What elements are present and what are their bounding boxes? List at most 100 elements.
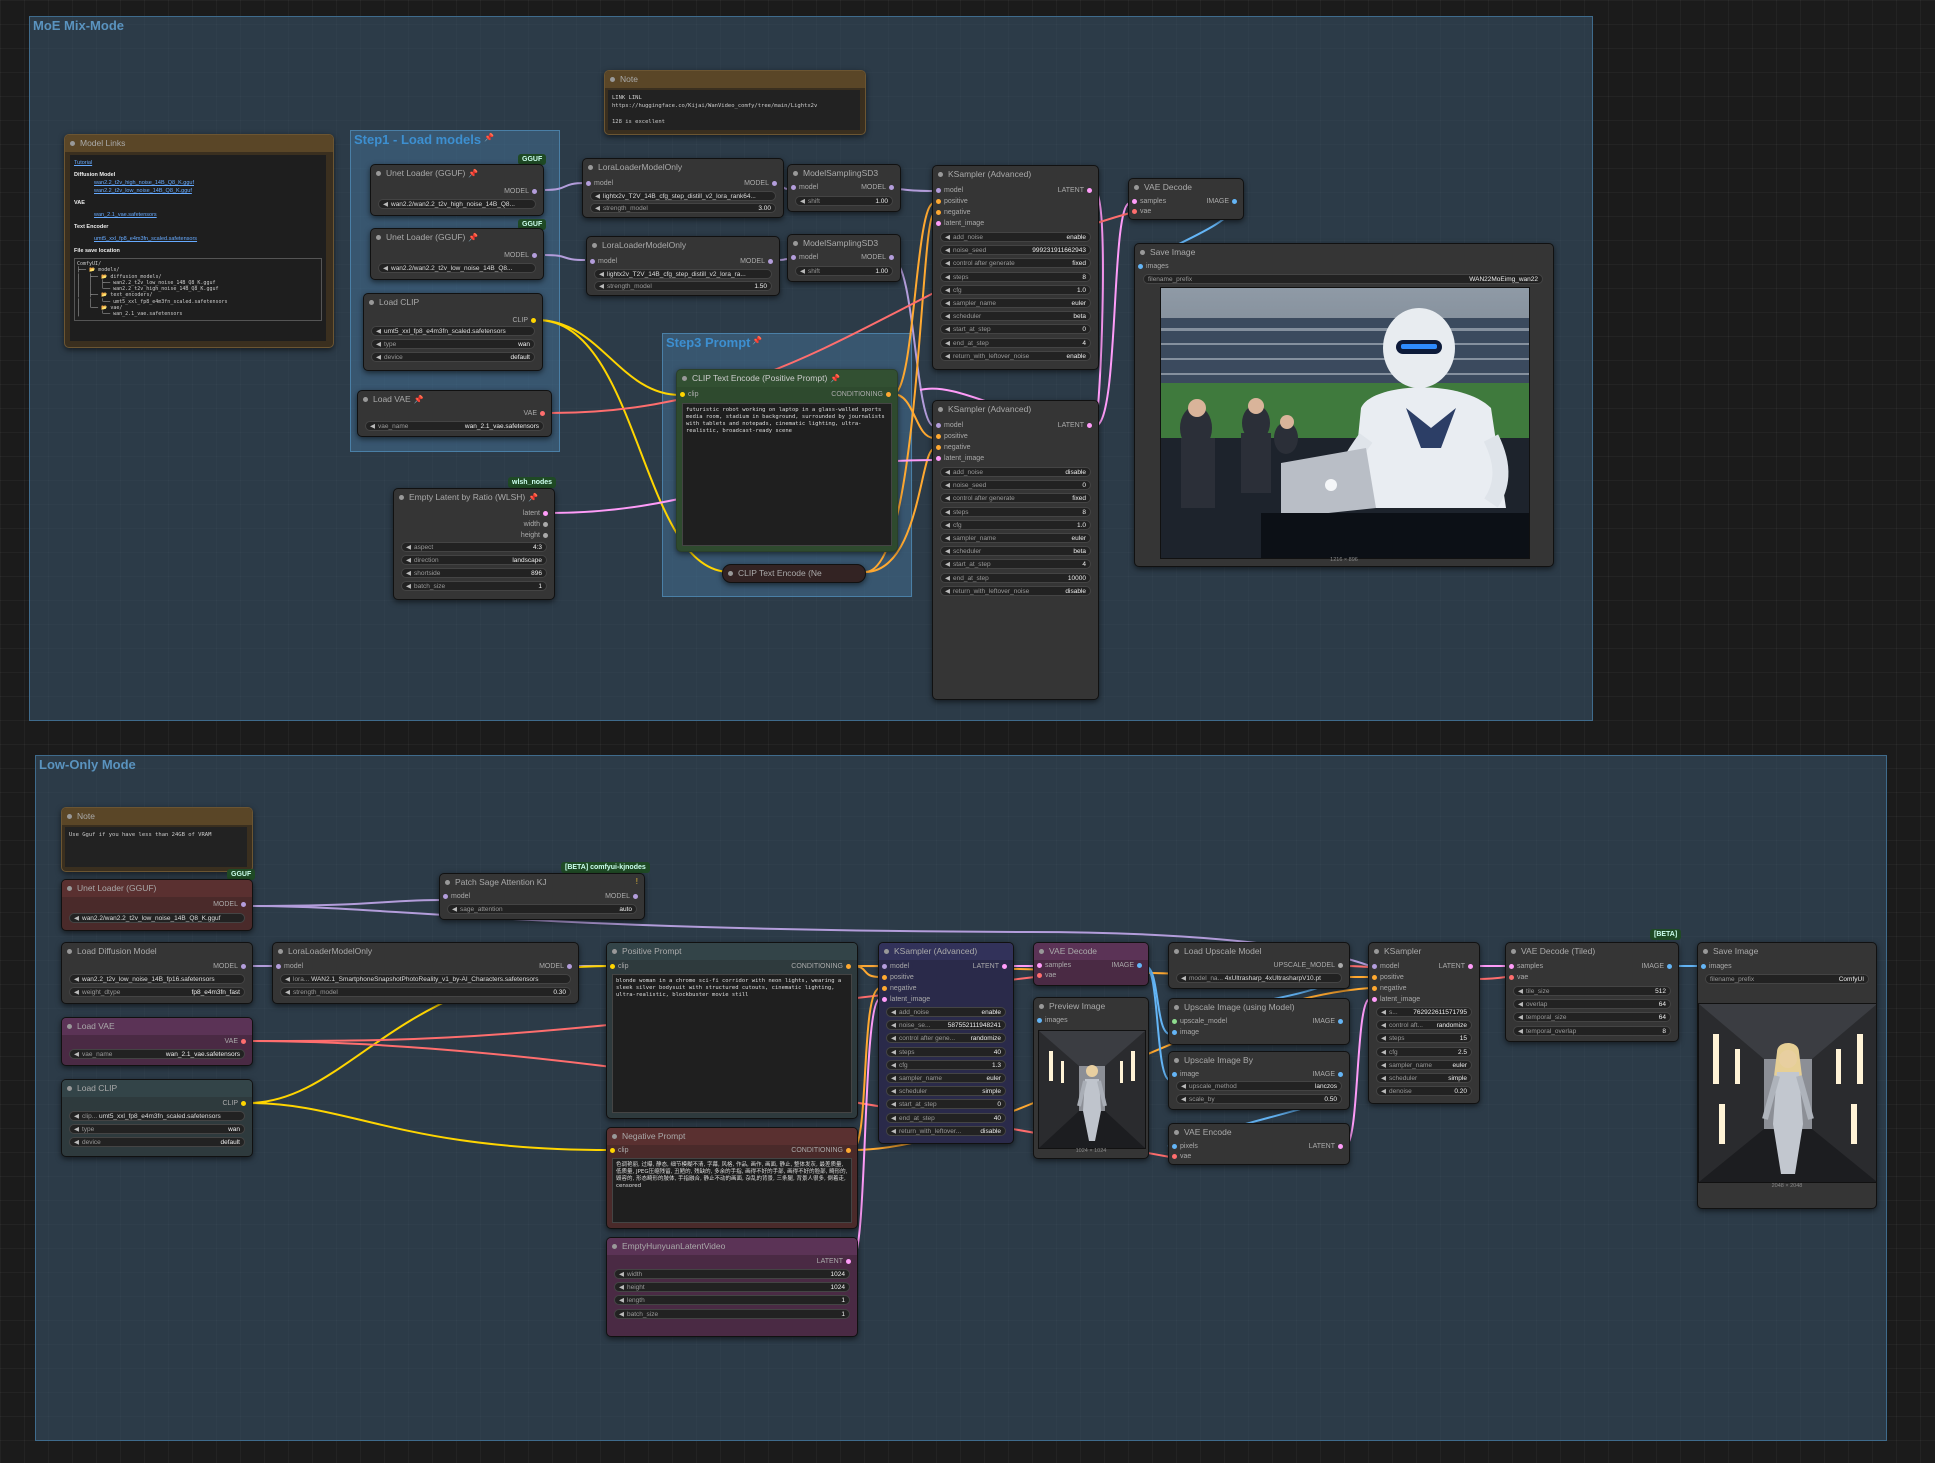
diffusion-link-2[interactable]: wan2.2_t2v_low_noise_14B_Q8_K.gguf <box>94 187 322 195</box>
arrow-left-icon[interactable]: ◀ <box>383 265 388 272</box>
arrow-left-icon[interactable]: ◀ <box>945 340 950 347</box>
input-image[interactable]: image <box>1169 1070 1199 1080</box>
socket[interactable] <box>1338 962 1343 968</box>
arrow-left-icon[interactable]: ◀ <box>891 1115 896 1122</box>
socket[interactable] <box>768 258 773 264</box>
socket[interactable] <box>1338 1018 1343 1024</box>
socket[interactable] <box>936 433 941 439</box>
arrow-left-icon[interactable]: ◀ <box>945 234 950 241</box>
socket[interactable] <box>936 422 941 428</box>
arrow-left-icon[interactable]: ◀ <box>406 544 411 551</box>
input-negative[interactable]: negative <box>933 443 970 453</box>
widget-control-after-generate[interactable]: ◀ control after generate fixed <box>940 493 1091 504</box>
prompt-textarea[interactable]: futuristic robot working on laptop in a … <box>682 403 892 546</box>
unet-loader-node[interactable]: Unet Loader (GGUF) MODEL ◀ wan2.2/wan2.2_… <box>61 879 253 931</box>
negative-prompt-node[interactable]: Negative Prompt clip CONDITIONING 色调艳丽, … <box>606 1127 858 1229</box>
input-latent-image[interactable]: latent_image <box>933 454 984 464</box>
socket[interactable] <box>1037 972 1042 978</box>
socket[interactable] <box>241 1100 246 1106</box>
vae-decode-node[interactable]: VAE Decode samples vae IMAGE <box>1128 178 1244 220</box>
clip-type-select[interactable]: ◀ type wan <box>69 1124 245 1134</box>
lora-name-select[interactable]: ◀ lightx2v_T2V_14B_cfg_step_distill_v2_lo… <box>594 269 772 279</box>
output-model[interactable]: MODEL <box>605 892 641 902</box>
input-images[interactable]: images <box>1135 262 1169 272</box>
widget-temporal-overlap[interactable]: ◀ temporal_overlap 8 <box>1513 1025 1671 1036</box>
arrow-left-icon[interactable]: ◀ <box>376 354 381 361</box>
socket[interactable] <box>1002 963 1007 969</box>
input-negative[interactable]: negative <box>1369 984 1406 994</box>
empty-hunyuan-latent-node[interactable]: EmptyHunyuanLatentVideo LATENT ◀ width 102… <box>606 1237 858 1337</box>
sage-attention-select[interactable]: ◀ sage_attention auto <box>447 904 637 914</box>
widget-return-with-leftover-noise[interactable]: ◀ return_with_leftover_noise enable <box>940 350 1091 361</box>
socket[interactable] <box>532 252 537 258</box>
lora-loader-2-node[interactable]: LoraLoaderModelOnly model MODEL ◀ lightx2… <box>586 236 780 296</box>
arrow-left-icon[interactable]: ◀ <box>285 989 290 996</box>
output-image[interactable]: IMAGE <box>1111 961 1145 971</box>
upscale-method-select[interactable]: ◀ upscale_method lanczos <box>1176 1081 1342 1091</box>
socket[interactable] <box>1372 985 1377 991</box>
output-width[interactable]: width <box>524 520 551 530</box>
arrow-left-icon[interactable]: ◀ <box>945 482 950 489</box>
ksampler-advanced-1-node[interactable]: KSampler (Advanced) model positive negat… <box>932 165 1099 370</box>
socket[interactable] <box>1132 208 1137 214</box>
arrow-left-icon[interactable]: ◀ <box>370 423 375 430</box>
input-positive[interactable]: positive <box>933 432 968 442</box>
socket[interactable] <box>241 963 246 969</box>
input-upscale-model[interactable]: upscale_model <box>1169 1017 1227 1027</box>
output-model[interactable]: MODEL <box>213 962 249 972</box>
socket[interactable] <box>610 963 615 969</box>
input-images[interactable]: images <box>1698 962 1732 972</box>
clip-device-select[interactable]: ◀ device default <box>69 1137 245 1147</box>
output-clip[interactable]: CLIP <box>222 1099 249 1109</box>
empty-latent-ratio-node[interactable]: Empty Latent by Ratio (WLSH) 📌 latent wid… <box>393 488 555 600</box>
widget-sampler-name[interactable]: ◀ sampler_name euler <box>940 298 1091 308</box>
tutorial-link[interactable]: Tutorial <box>74 159 322 167</box>
socket[interactable] <box>590 258 595 264</box>
widget-scheduler[interactable]: ◀ scheduler simple <box>1376 1073 1472 1083</box>
widget-overlap[interactable]: ◀ overlap 64 <box>1513 999 1671 1010</box>
input-negative[interactable]: negative <box>879 984 916 994</box>
shift-input[interactable]: ◀ shift 1.00 <box>795 266 893 276</box>
arrow-left-icon[interactable]: ◀ <box>891 1049 896 1056</box>
weight-dtype-select[interactable]: ◀ weight_dtype fp8_e4m3fn_fast <box>69 987 245 997</box>
widget-noise-seed[interactable]: ◀ noise_seed 0 <box>940 480 1091 491</box>
arrow-left-icon[interactable]: ◀ <box>1381 1009 1386 1016</box>
socket[interactable] <box>276 963 281 969</box>
output-upscale-model[interactable]: UPSCALE_MODEL <box>1274 961 1346 971</box>
input-clip[interactable]: clip <box>607 962 629 972</box>
widget-cfg[interactable]: ◀ cfg 2.5 <box>1376 1046 1472 1057</box>
arrow-left-icon[interactable]: ◀ <box>945 274 950 281</box>
arrow-left-icon[interactable]: ◀ <box>1381 1075 1386 1082</box>
load-vae-node[interactable]: Load VAE VAE ◀ vae_name wan_2.1_vae.safete… <box>61 1017 253 1066</box>
widget-add-noise[interactable]: ◀ add_noise enable <box>940 232 1091 242</box>
clip-device-select[interactable]: ◀ device default <box>371 352 535 362</box>
widget-return-with-leftover-noise[interactable]: ◀ return_with_leftover_noise disable <box>940 585 1091 596</box>
widget-scheduler[interactable]: ◀ scheduler simple <box>886 1086 1006 1097</box>
arrow-left-icon[interactable]: ◀ <box>74 1126 79 1133</box>
output-model[interactable]: MODEL <box>861 183 897 193</box>
input-latent-image[interactable]: latent_image <box>1369 995 1420 1005</box>
strength-model-input[interactable]: ◀ strength_model 0.30 <box>280 987 571 997</box>
input-clip[interactable]: clip <box>677 390 699 400</box>
arrow-left-icon[interactable]: ◀ <box>945 548 950 555</box>
output-conditioning[interactable]: CONDITIONING <box>831 390 894 400</box>
widget-steps[interactable]: ◀ steps 40 <box>886 1046 1006 1057</box>
arrow-left-icon[interactable]: ◀ <box>1381 1049 1386 1056</box>
input-model[interactable]: model <box>788 253 818 263</box>
save-image-node[interactable]: Save Image images filename_prefix WAN22Mo… <box>1134 243 1554 567</box>
output-latent[interactable]: LATENT <box>817 1257 854 1267</box>
socket[interactable] <box>1132 198 1137 204</box>
shortside-input[interactable]: ◀ shortside 896 <box>401 568 547 578</box>
ksampler-node[interactable]: KSampler model positive negative latent_… <box>1368 942 1480 1104</box>
output-image-robot[interactable] <box>1160 287 1530 559</box>
input-model[interactable]: model <box>583 179 613 189</box>
unet-loader-low-node[interactable]: Unet Loader (GGUF) 📌 MODEL ◀ wan2.2/wan2.2… <box>370 228 544 280</box>
widget-width[interactable]: ◀ width 1024 <box>614 1269 850 1279</box>
batch-size-input[interactable]: ◀ batch_size 1 <box>401 581 547 591</box>
socket[interactable] <box>586 180 591 186</box>
text-encoder-link[interactable]: umt5_xxl_fp8_e4m3fn_scaled.safetensors <box>94 235 322 243</box>
input-samples[interactable]: samples <box>1506 962 1543 972</box>
load-vae-node[interactable]: Load VAE 📌 VAE ◀ vae_name wan_2.1_vae.safet… <box>357 390 552 437</box>
note-node[interactable]: Note LINK LINL https://huggingface.co/Ki… <box>604 70 866 135</box>
arrow-left-icon[interactable]: ◀ <box>406 570 411 577</box>
